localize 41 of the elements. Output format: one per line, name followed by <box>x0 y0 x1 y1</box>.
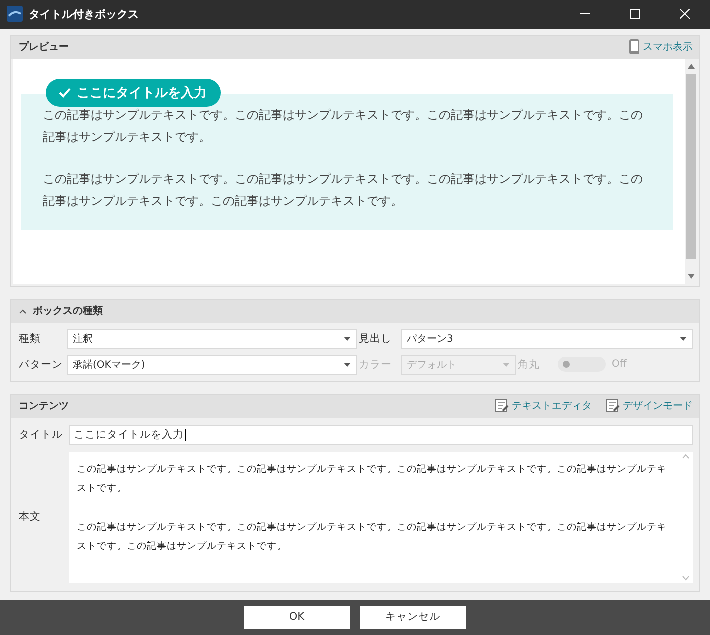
dropdown-arrow-icon <box>344 362 351 367</box>
field-label: 角丸 <box>517 358 541 372</box>
phone-icon <box>629 39 640 56</box>
field-label: パターン <box>18 358 64 372</box>
dropdown[interactable]: パターン3 <box>401 328 693 349</box>
field-label: 見出し <box>358 332 393 346</box>
dropdown-arrow-icon <box>503 362 510 367</box>
body-paragraph: この記事はサンプルテキストです。この記事はサンプルテキストです。この記事はサンプルテキストです。この記事はサンプルテキストです。この記事はサンプルテキストです。 <box>77 520 668 554</box>
maximize-icon[interactable] <box>630 9 640 20</box>
field-label: タイトル <box>18 428 64 442</box>
edit-document-icon <box>495 399 509 414</box>
panel-title: ボックスの種類 <box>33 304 103 318</box>
title-input[interactable]: ここにタイトルを入力 <box>69 424 693 445</box>
panel-title: コンテンツ <box>19 400 69 414</box>
scrollbar[interactable] <box>685 58 697 284</box>
box-paragraph: この記事はサンプルテキストです。この記事はサンプルテキストです。この記事はサンプルテキストです。この記事はサンプルテキストです。 <box>43 106 644 146</box>
scroll-down-icon[interactable] <box>688 274 694 279</box>
box-paragraph: この記事はサンプルテキストです。この記事はサンプルテキストです。この記事はサンプルテキストです。この記事はサンプルテキストです。この記事はサンプルテキストです。 <box>43 170 644 210</box>
scroll-up-icon[interactable] <box>688 64 694 69</box>
design-mode-link[interactable]: デザインモード <box>606 399 693 414</box>
close-icon[interactable] <box>680 9 690 20</box>
dropdown[interactable]: 注釈 <box>67 328 357 349</box>
box-title: ここにタイトルを入力 <box>46 78 221 107</box>
dropdown-arrow-icon <box>344 336 351 341</box>
field-label: 本文 <box>18 510 42 524</box>
collapse-caret-icon[interactable] <box>19 308 27 314</box>
toggle-value: Off <box>612 359 627 370</box>
window-title: タイトル付きボックス <box>29 6 139 22</box>
field-label: カラー <box>358 358 393 372</box>
field-label: 種類 <box>18 332 42 346</box>
panel-title: プレビュー <box>19 40 69 54</box>
app-icon <box>7 6 23 22</box>
ok-button[interactable]: OK <box>244 606 350 629</box>
check-icon <box>59 88 71 98</box>
cancel-button[interactable]: キャンセル <box>360 606 466 629</box>
text-editor-link[interactable]: テキストエディタ <box>495 399 592 414</box>
mobile-view-link[interactable]: スマホ表示 <box>629 39 693 56</box>
body-paragraph: この記事はサンプルテキストです。この記事はサンプルテキストです。この記事はサンプルテキストです。この記事はサンプルテキストです。 <box>77 462 668 496</box>
dropdown-arrow-icon <box>680 336 687 341</box>
dropdown[interactable]: 承諾(OKマーク) <box>67 354 357 375</box>
edit-document-icon <box>606 399 620 414</box>
